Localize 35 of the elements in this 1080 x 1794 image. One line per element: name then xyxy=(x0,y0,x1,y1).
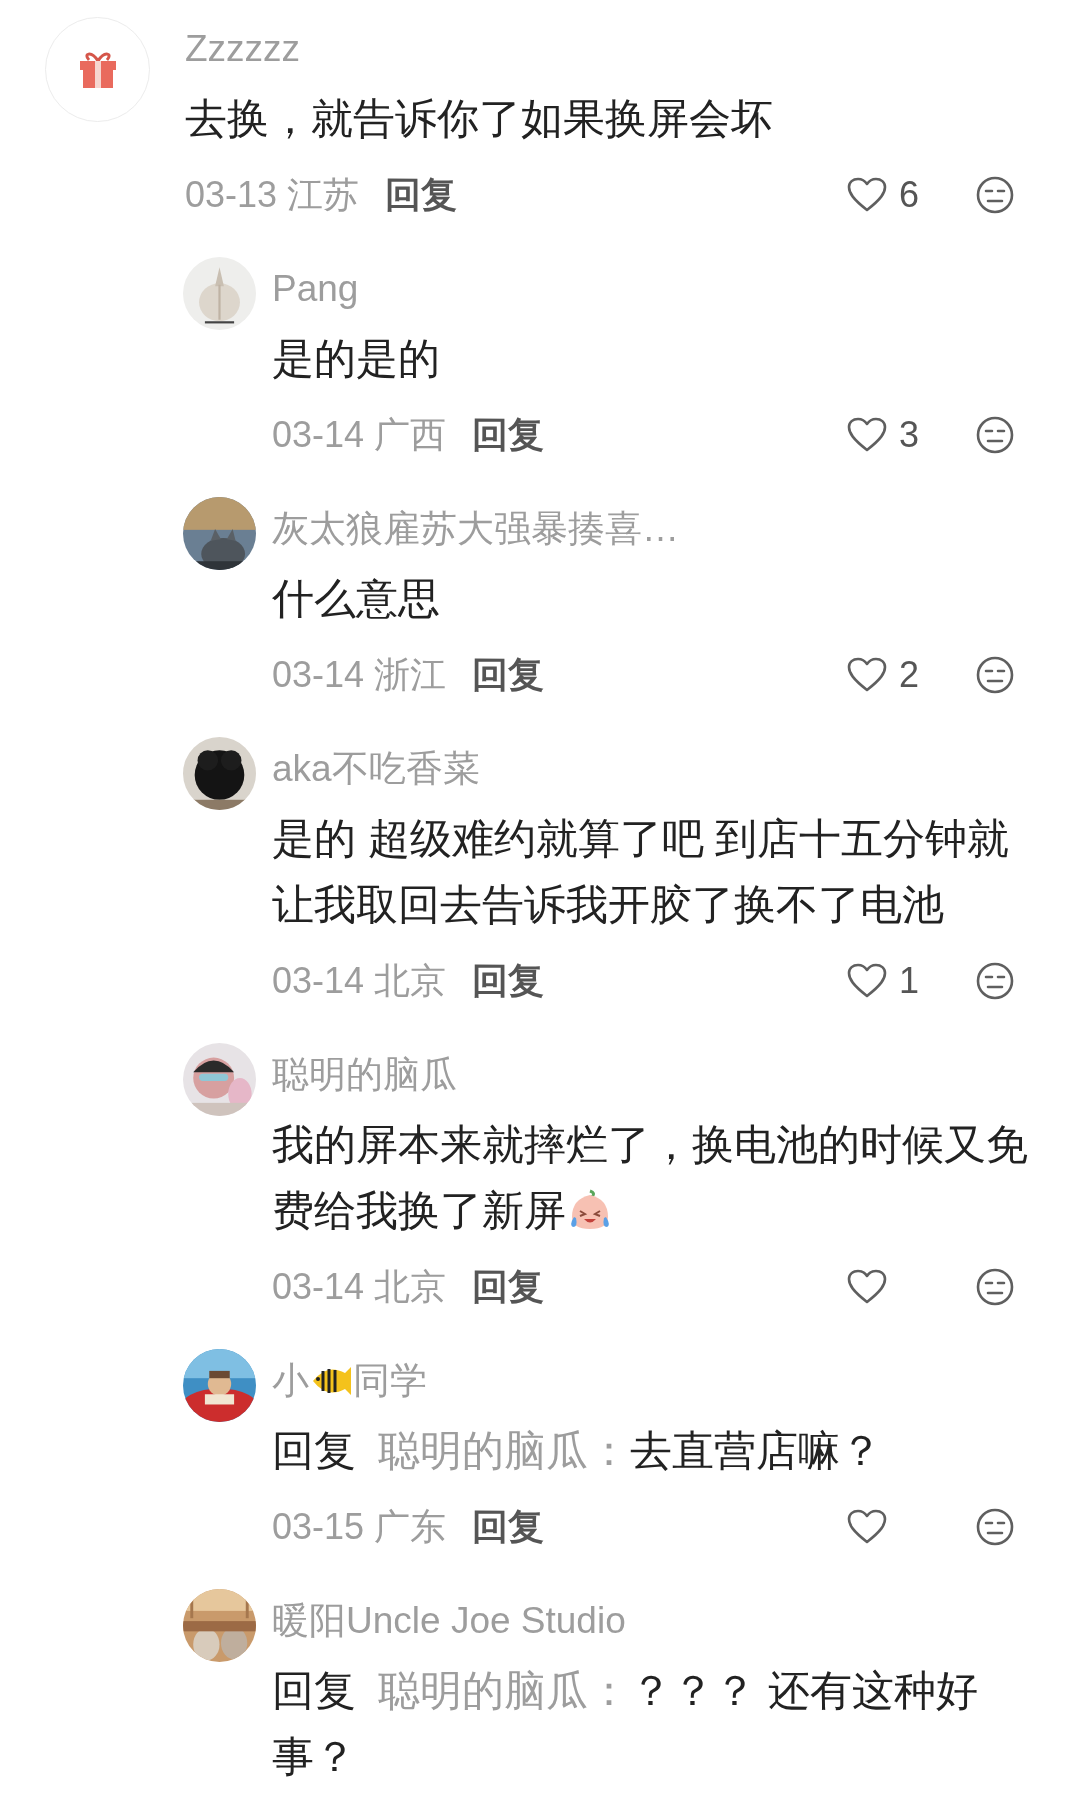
comment-date: 03-14 北京 xyxy=(272,958,447,1003)
comment-text: 是的 超级难约就算了吧 到店十五分钟就让我取回去告诉我开胶了换不了电池 xyxy=(272,814,1011,930)
reply-button[interactable]: 回复 xyxy=(468,650,549,700)
comment-text: 回复 聪明的脑瓜：？？？ 还有这种好事？ xyxy=(272,1666,979,1782)
like-button[interactable]: 1 xyxy=(847,960,975,1002)
reply-button[interactable]: 回复 xyxy=(468,1502,549,1552)
face-icon[interactable] xyxy=(975,415,1015,455)
comment-date: 03-13 江苏 xyxy=(185,172,360,217)
face-icon[interactable] xyxy=(975,961,1015,1001)
reply-button[interactable]: 回复 xyxy=(468,410,549,460)
like-button[interactable]: 6 xyxy=(847,174,975,216)
reply-button[interactable]: 回复 xyxy=(381,170,462,220)
comment-text: 是的是的 xyxy=(272,334,441,384)
reply-button[interactable]: 回复 xyxy=(468,1262,549,1312)
heart-icon xyxy=(847,417,887,453)
face-icon[interactable] xyxy=(975,175,1015,215)
comment-date: 03-15 广东 xyxy=(272,1504,447,1549)
face-icon[interactable] xyxy=(975,655,1015,695)
like-button[interactable]: 2 xyxy=(847,654,975,696)
heart-icon xyxy=(847,177,887,213)
heart-icon xyxy=(847,1509,887,1545)
reply-button[interactable]: 回复 xyxy=(468,956,549,1006)
like-button[interactable]: 3 xyxy=(847,414,975,456)
heart-icon xyxy=(847,657,887,693)
face-icon[interactable] xyxy=(975,1267,1015,1307)
comment-date: 03-14 北京 xyxy=(272,1264,447,1309)
comment-text: 去换，就告诉你了如果换屏会坏 xyxy=(185,94,774,144)
heart-icon xyxy=(847,1269,887,1305)
comment-date: 03-14 浙江 xyxy=(272,652,447,697)
comment-text: 我的屏本来就摔烂了，换电池的时候又免费给我换了新屏 xyxy=(272,1120,1029,1236)
comment-text: 什么意思 xyxy=(272,574,441,624)
face-icon[interactable] xyxy=(975,1507,1015,1547)
comment-text: 回复 聪明的脑瓜：去直营店嘛？ xyxy=(272,1426,883,1476)
heart-icon xyxy=(847,963,887,999)
comment-date: 03-14 广西 xyxy=(272,412,447,457)
